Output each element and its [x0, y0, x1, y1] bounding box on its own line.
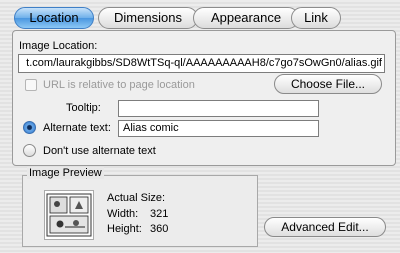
dont-use-alt-label: Don't use alternate text: [43, 145, 156, 157]
tab-dimensions[interactable]: Dimensions: [98, 7, 198, 29]
url-relative-checkbox[interactable]: [25, 79, 37, 91]
choose-file-button[interactable]: Choose File...: [274, 74, 382, 94]
height-label: Height:: [107, 223, 142, 235]
alternate-text-radio[interactable]: [23, 121, 36, 134]
height-value: 360: [150, 223, 169, 235]
tab-location[interactable]: Location: [14, 7, 94, 29]
tooltip-label: Tooltip:: [66, 102, 101, 114]
width-value: 321: [150, 208, 169, 220]
actual-size-label: Actual Size:: [107, 192, 166, 204]
url-relative-label: URL is relative to page location: [43, 79, 195, 91]
tooltip-input[interactable]: [118, 100, 319, 117]
alternate-text-input[interactable]: Alias comic: [118, 120, 319, 137]
width-label: Width:: [107, 208, 139, 220]
image-preview-title: Image Preview: [27, 167, 104, 179]
advanced-edit-button[interactable]: Advanced Edit...: [264, 217, 386, 237]
image-location-label: Image Location:: [19, 40, 98, 52]
dont-use-alt-radio[interactable]: [23, 144, 36, 157]
alternate-text-label: Alternate text:: [43, 122, 111, 134]
comic-thumbnail-icon: [44, 190, 94, 240]
tab-link[interactable]: Link: [291, 7, 341, 29]
image-url-input[interactable]: t.com/laurakgibbs/SD8WtTSq-ql/AAAAAAAAAH…: [18, 54, 385, 73]
tab-bar: Location Dimensions Appearance Link: [14, 7, 394, 29]
tab-appearance[interactable]: Appearance: [193, 7, 299, 29]
